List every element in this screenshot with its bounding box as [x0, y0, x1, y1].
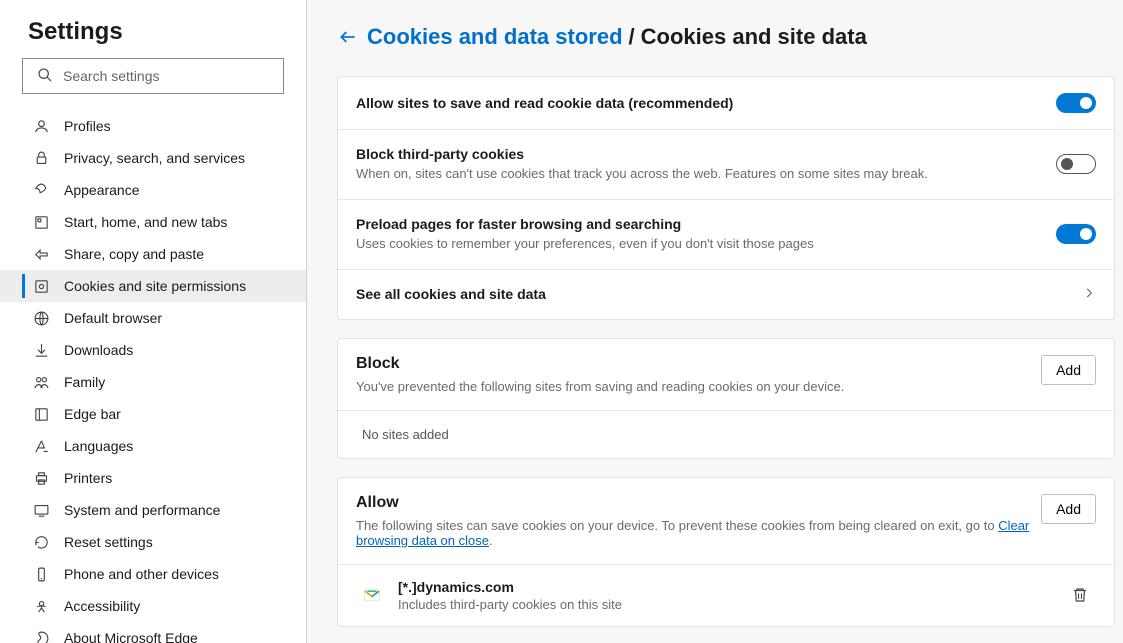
toggle-switch[interactable]: [1056, 93, 1096, 113]
sidebar-item-icon: [32, 534, 50, 551]
sidebar-item-label: Printers: [64, 470, 112, 486]
sidebar-item-icon: [32, 182, 50, 199]
sidebar-item-label: Languages: [64, 438, 133, 454]
sidebar-item-label: Edge bar: [64, 406, 121, 422]
settings-title: Settings: [0, 14, 306, 58]
setting-title: See all cookies and site data: [356, 286, 1068, 302]
sidebar-item-icon: [32, 150, 50, 167]
sidebar-item-label: Family: [64, 374, 105, 390]
sidebar-item-label: Cookies and site permissions: [64, 278, 246, 294]
settings-nav: Profiles Privacy, search, and services App…: [0, 110, 306, 643]
cookie-settings-card: Allow sites to save and read cookie data…: [337, 76, 1115, 320]
sidebar-item-icon: [32, 374, 50, 391]
sidebar-item-label: Default browser: [64, 310, 162, 326]
sidebar-item-label: Reset settings: [64, 534, 153, 550]
sidebar-item[interactable]: System and performance: [0, 494, 306, 526]
setting-title: Allow sites to save and read cookie data…: [356, 95, 1042, 111]
settings-main: Cookies and data stored / Cookies and si…: [307, 0, 1123, 643]
allow-card: Allow The following sites can save cooki…: [337, 477, 1115, 627]
search-box[interactable]: [22, 58, 284, 94]
sidebar-item[interactable]: Appearance: [0, 174, 306, 206]
settings-sidebar: Settings Profiles Privacy, search, and se…: [0, 0, 307, 643]
sidebar-item[interactable]: Reset settings: [0, 526, 306, 558]
sidebar-item-label: Phone and other devices: [64, 566, 219, 582]
sidebar-item[interactable]: Privacy, search, and services: [0, 142, 306, 174]
sidebar-item[interactable]: Edge bar: [0, 398, 306, 430]
back-button[interactable]: [337, 26, 359, 48]
block-desc: You've prevented the following sites fro…: [356, 379, 1041, 394]
sidebar-item[interactable]: Cookies and site permissions: [0, 270, 306, 302]
sidebar-item[interactable]: Profiles: [0, 110, 306, 142]
sidebar-item-icon: [32, 438, 50, 455]
sidebar-item-label: Accessibility: [64, 598, 140, 614]
sidebar-item[interactable]: About Microsoft Edge: [0, 622, 306, 643]
sidebar-item-label: System and performance: [64, 502, 220, 518]
allow-add-button[interactable]: Add: [1041, 494, 1096, 524]
sidebar-item[interactable]: Phone and other devices: [0, 558, 306, 590]
sidebar-item-icon: [32, 470, 50, 487]
breadcrumb-parent-link[interactable]: Cookies and data stored: [367, 24, 623, 50]
site-favicon: [362, 585, 382, 605]
sidebar-item[interactable]: Share, copy and paste: [0, 238, 306, 270]
sidebar-item[interactable]: Accessibility: [0, 590, 306, 622]
site-domain: [*.]dynamics.com: [398, 579, 1064, 595]
sidebar-item[interactable]: Languages: [0, 430, 306, 462]
breadcrumb-current: Cookies and site data: [641, 24, 867, 50]
block-card: Block You've prevented the following sit…: [337, 338, 1115, 459]
sidebar-item-label: Privacy, search, and services: [64, 150, 245, 166]
block-add-button[interactable]: Add: [1041, 355, 1096, 385]
sidebar-item-icon: [32, 310, 50, 327]
chevron-right-icon: [1082, 286, 1096, 303]
sidebar-item-icon: [32, 598, 50, 615]
sidebar-item-icon: [32, 214, 50, 231]
sidebar-item[interactable]: Downloads: [0, 334, 306, 366]
sidebar-item-label: Start, home, and new tabs: [64, 214, 227, 230]
block-title: Block: [356, 355, 1041, 373]
sidebar-item[interactable]: Printers: [0, 462, 306, 494]
sidebar-item[interactable]: Family: [0, 366, 306, 398]
sidebar-item-label: Downloads: [64, 342, 133, 358]
sidebar-item[interactable]: Default browser: [0, 302, 306, 334]
allow-desc: The following sites can save cookies on …: [356, 518, 1041, 548]
breadcrumb-separator: /: [629, 24, 635, 50]
sidebar-item-icon: [32, 566, 50, 583]
breadcrumb: Cookies and data stored / Cookies and si…: [337, 24, 1117, 50]
setting-desc: When on, sites can't use cookies that tr…: [356, 166, 1042, 183]
toggle-switch[interactable]: [1056, 154, 1096, 174]
setting-title: Preload pages for faster browsing and se…: [356, 216, 1042, 232]
search-input[interactable]: [63, 59, 283, 93]
sidebar-item-icon: [32, 246, 50, 263]
sidebar-item-label: Appearance: [64, 182, 140, 198]
search-icon: [23, 67, 63, 86]
settings-toggle-row: Allow sites to save and read cookie data…: [338, 77, 1114, 130]
sidebar-item[interactable]: Start, home, and new tabs: [0, 206, 306, 238]
allow-title: Allow: [356, 494, 1041, 512]
sidebar-item-icon: [32, 342, 50, 359]
allowed-site-row: [*.]dynamics.com Includes third-party coo…: [338, 564, 1114, 626]
sidebar-item-label: About Microsoft Edge: [64, 630, 198, 643]
sidebar-item-icon: [32, 278, 50, 295]
toggle-switch[interactable]: [1056, 224, 1096, 244]
sidebar-item-icon: [32, 406, 50, 423]
sidebar-item-label: Profiles: [64, 118, 111, 134]
settings-toggle-row: Preload pages for faster browsing and se…: [338, 200, 1114, 270]
site-subtext: Includes third-party cookies on this sit…: [398, 597, 1064, 612]
sidebar-item-label: Share, copy and paste: [64, 246, 204, 262]
setting-title: Block third-party cookies: [356, 146, 1042, 162]
sidebar-item-icon: [32, 630, 50, 643]
sidebar-item-icon: [32, 502, 50, 519]
settings-link-row[interactable]: See all cookies and site data: [338, 270, 1114, 319]
block-empty-row: No sites added: [338, 410, 1114, 458]
sidebar-item-icon: [32, 118, 50, 135]
delete-site-button[interactable]: [1064, 579, 1096, 611]
settings-toggle-row: Block third-party cookies When on, sites …: [338, 130, 1114, 200]
setting-desc: Uses cookies to remember your preference…: [356, 236, 1042, 253]
